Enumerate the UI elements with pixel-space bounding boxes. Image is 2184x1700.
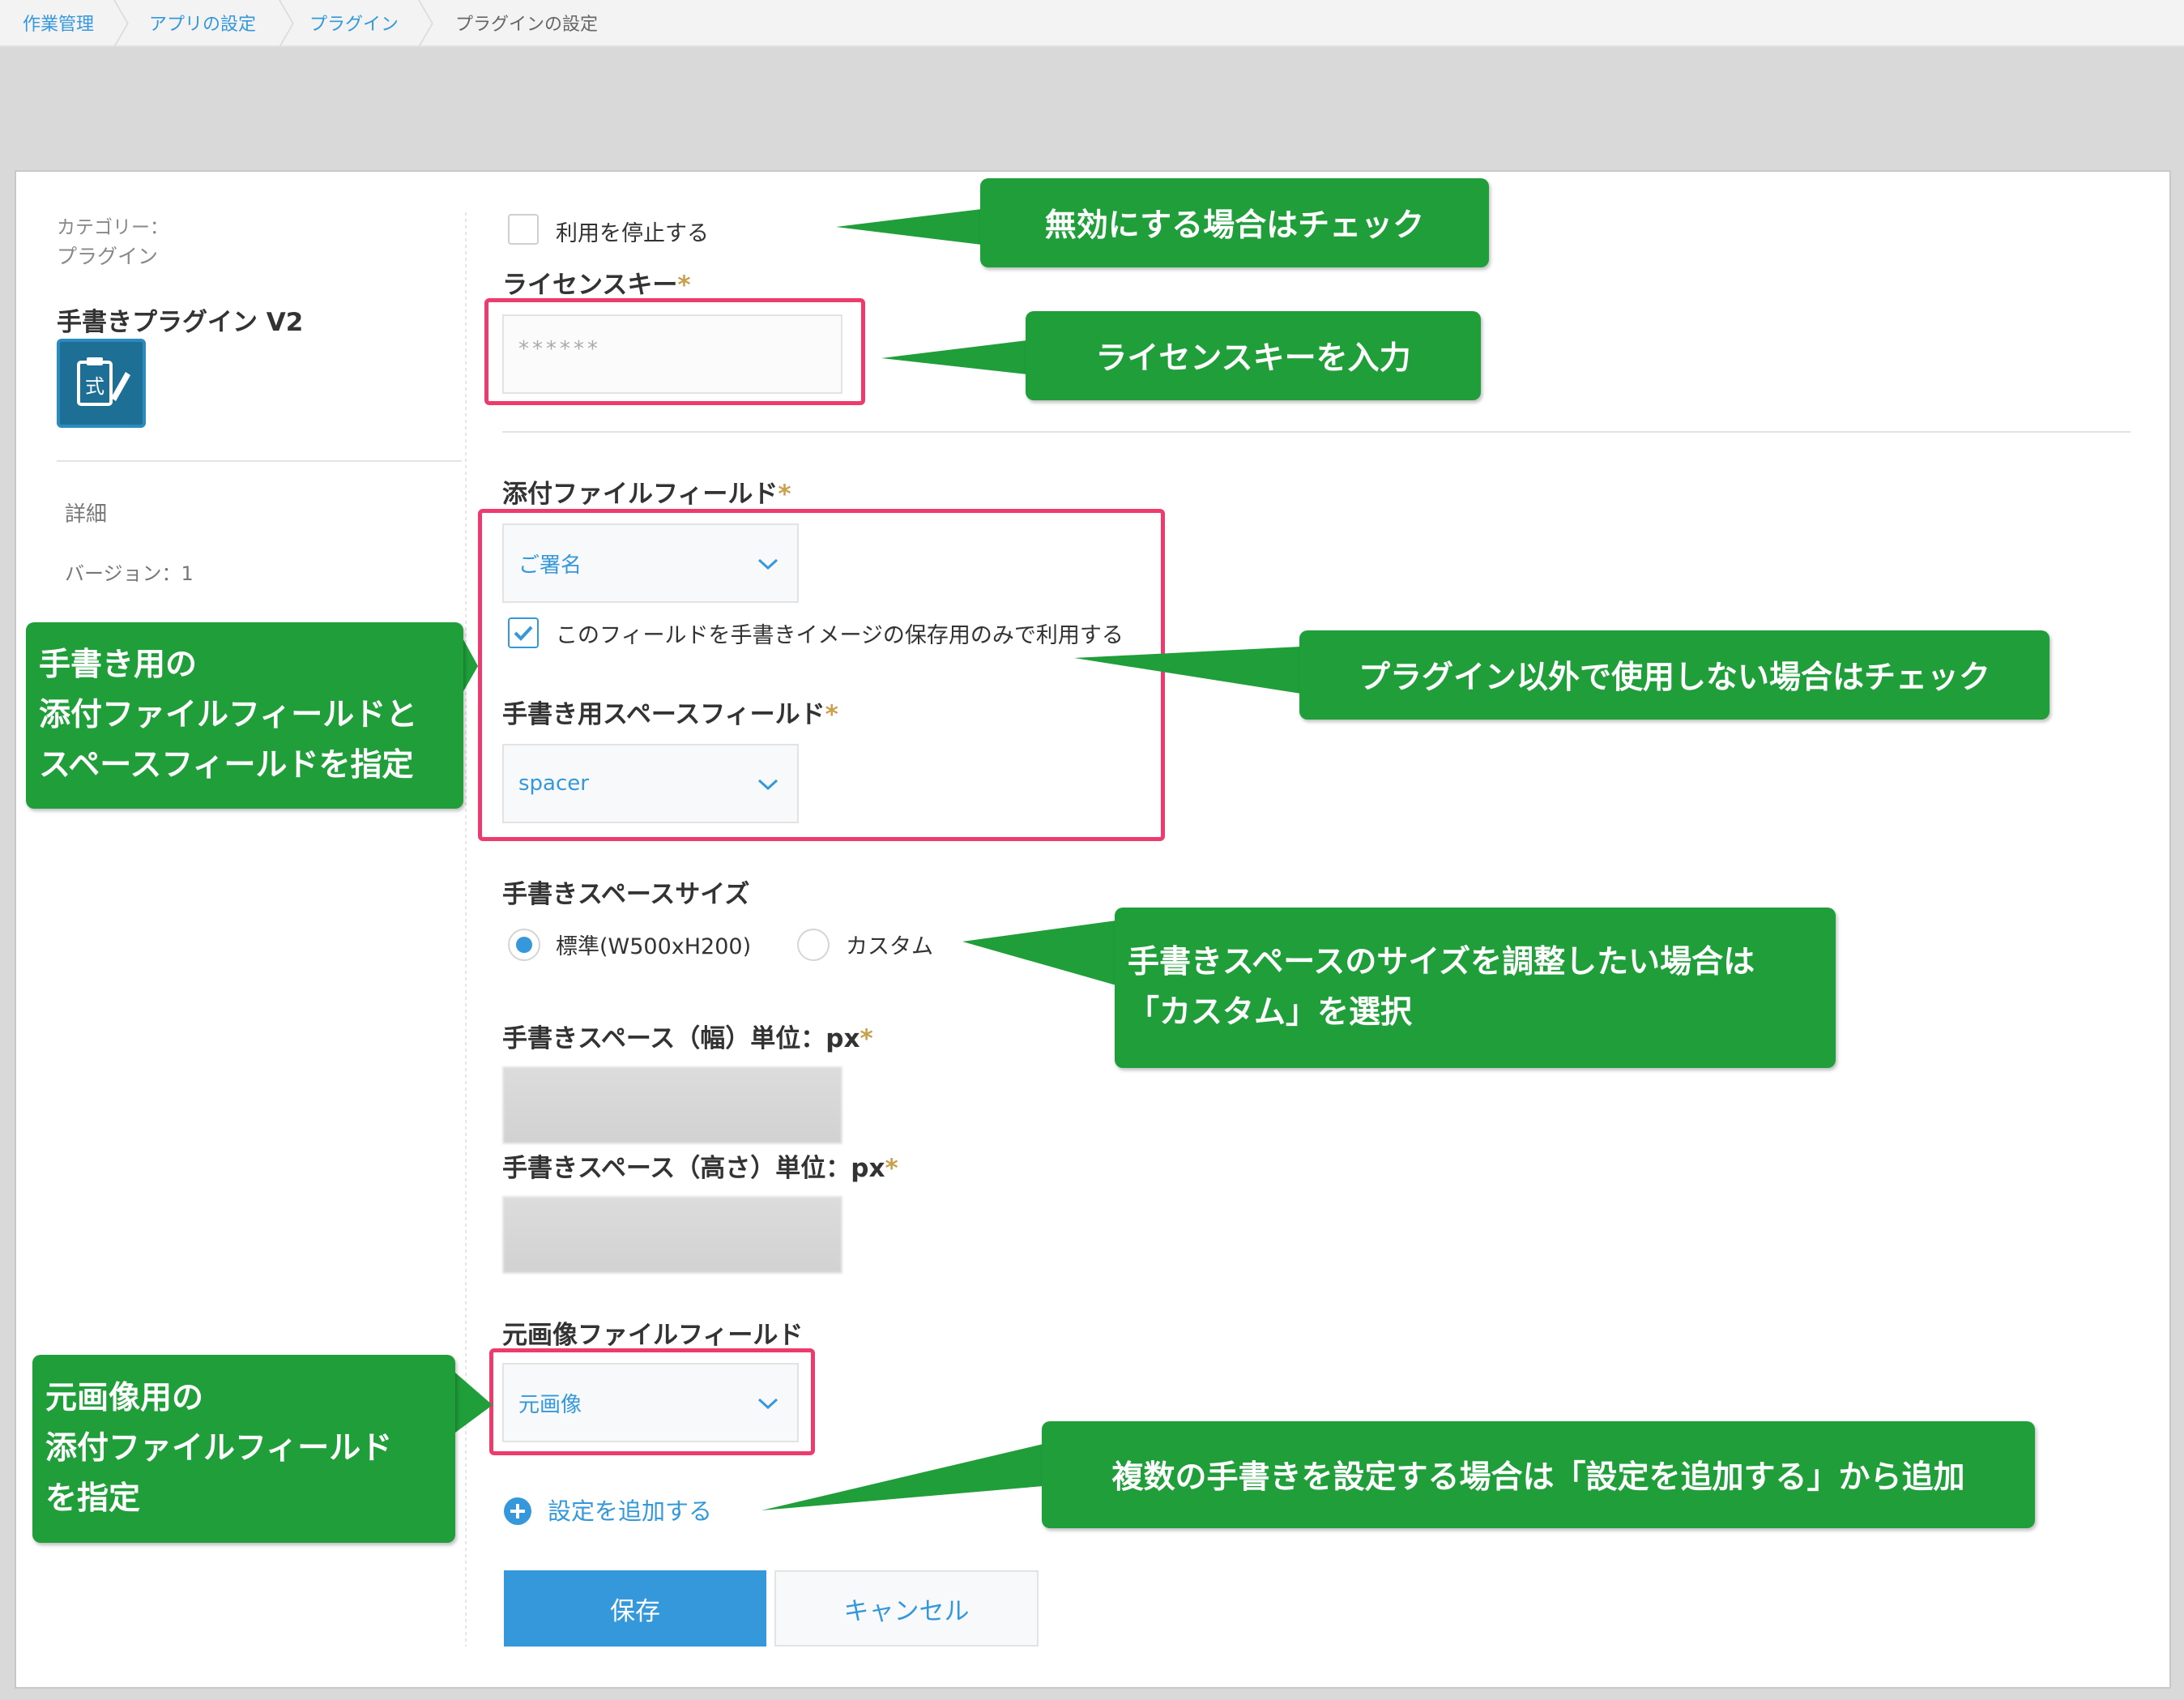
callout-custom-line: 「カスタム」を選択 <box>1128 994 1413 1031</box>
pointer-custom <box>962 920 1116 985</box>
callout-add: 複数の手書きを設定する場合は「設定を追加する」から追加 <box>1042 1421 2035 1528</box>
pointer-attach-only <box>1074 647 1301 694</box>
callout-original-line: 添付ファイルフィールド <box>45 1430 393 1467</box>
callout-custom-line: 手書きスペースのサイズを調整したい場合は <box>1128 944 1755 980</box>
callout-fields-line: スペースフィールドを指定 <box>39 747 414 784</box>
pointer-original <box>455 1373 493 1433</box>
callout-original-line: 元画像用の <box>45 1380 204 1416</box>
pointer-disable <box>836 209 982 245</box>
callout-disable: 無効にする場合はチェック <box>980 178 1489 267</box>
callout-original: 元画像用の 添付ファイルフィールド を指定 <box>32 1355 455 1543</box>
callout-original-line: を指定 <box>45 1480 141 1517</box>
callout-license: ライセンスキーを入力 <box>1026 311 1481 400</box>
callout-fields: 手書き用の 添付ファイルフィールドと スペースフィールドを指定 <box>26 622 463 809</box>
callout-fields-line: 添付ファイルフィールドと <box>39 697 418 733</box>
pointer-license <box>881 340 1027 374</box>
pointer-add <box>761 1444 1043 1510</box>
callout-custom: 手書きスペースのサイズを調整したい場合は 「カスタム」を選択 <box>1115 908 1836 1068</box>
callout-attach-only: プラグイン以外で使用しない場合はチェック <box>1299 630 2050 720</box>
callout-fields-line: 手書き用の <box>39 647 198 683</box>
